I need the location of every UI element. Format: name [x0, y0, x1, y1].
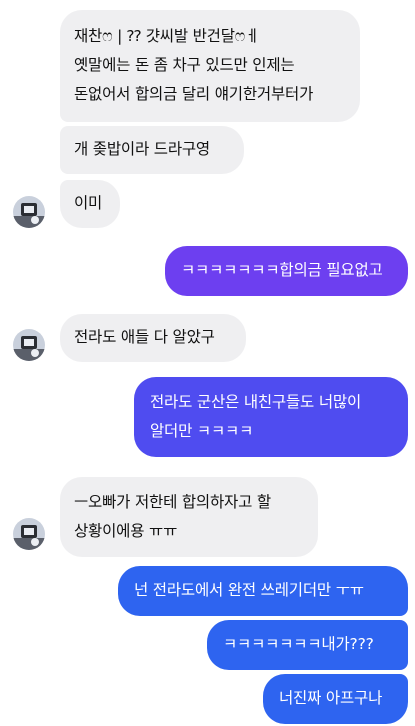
outgoing-message[interactable]: ㅋㅋㅋㅋㅋㅋㅋ합의금 필요없고: [165, 246, 408, 296]
incoming-message[interactable]: 전라도 애들 다 알았구: [60, 314, 246, 362]
incoming-message[interactable]: 개 좆밥이라 드라구영: [60, 126, 244, 174]
incoming-message[interactable]: 이미: [60, 180, 120, 228]
outgoing-message[interactable]: 전라도 군산은 내친구들도 너많이 알더만 ㅋㅋㅋㅋ: [134, 377, 408, 457]
incoming-message[interactable]: 재찬ෆ | ⁇ 걋씨발 반건달ෆㅔ 옛말에는 돈 좀 차구 있드만 인제는 돈없…: [60, 10, 360, 122]
outgoing-message[interactable]: 넌 전라도에서 완전 쓰레기더만 ㅜㅠ: [118, 566, 408, 616]
outgoing-message[interactable]: 너진짜 아프구나: [263, 674, 408, 724]
contact-avatar-icon[interactable]: [13, 518, 45, 550]
outgoing-message[interactable]: ㅋㅋㅋㅋㅋㅋㅋ내가???: [207, 620, 408, 670]
contact-avatar-icon[interactable]: [13, 329, 45, 361]
contact-avatar-icon[interactable]: [13, 196, 45, 228]
incoming-message[interactable]: ㅡ오빠가 저한테 합의하자고 할 상황이에용 ㅠㅠ: [60, 477, 318, 557]
chat-thread: 재찬ෆ | ⁇ 걋씨발 반건달ෆㅔ 옛말에는 돈 좀 차구 있드만 인제는 돈없…: [0, 0, 415, 726]
